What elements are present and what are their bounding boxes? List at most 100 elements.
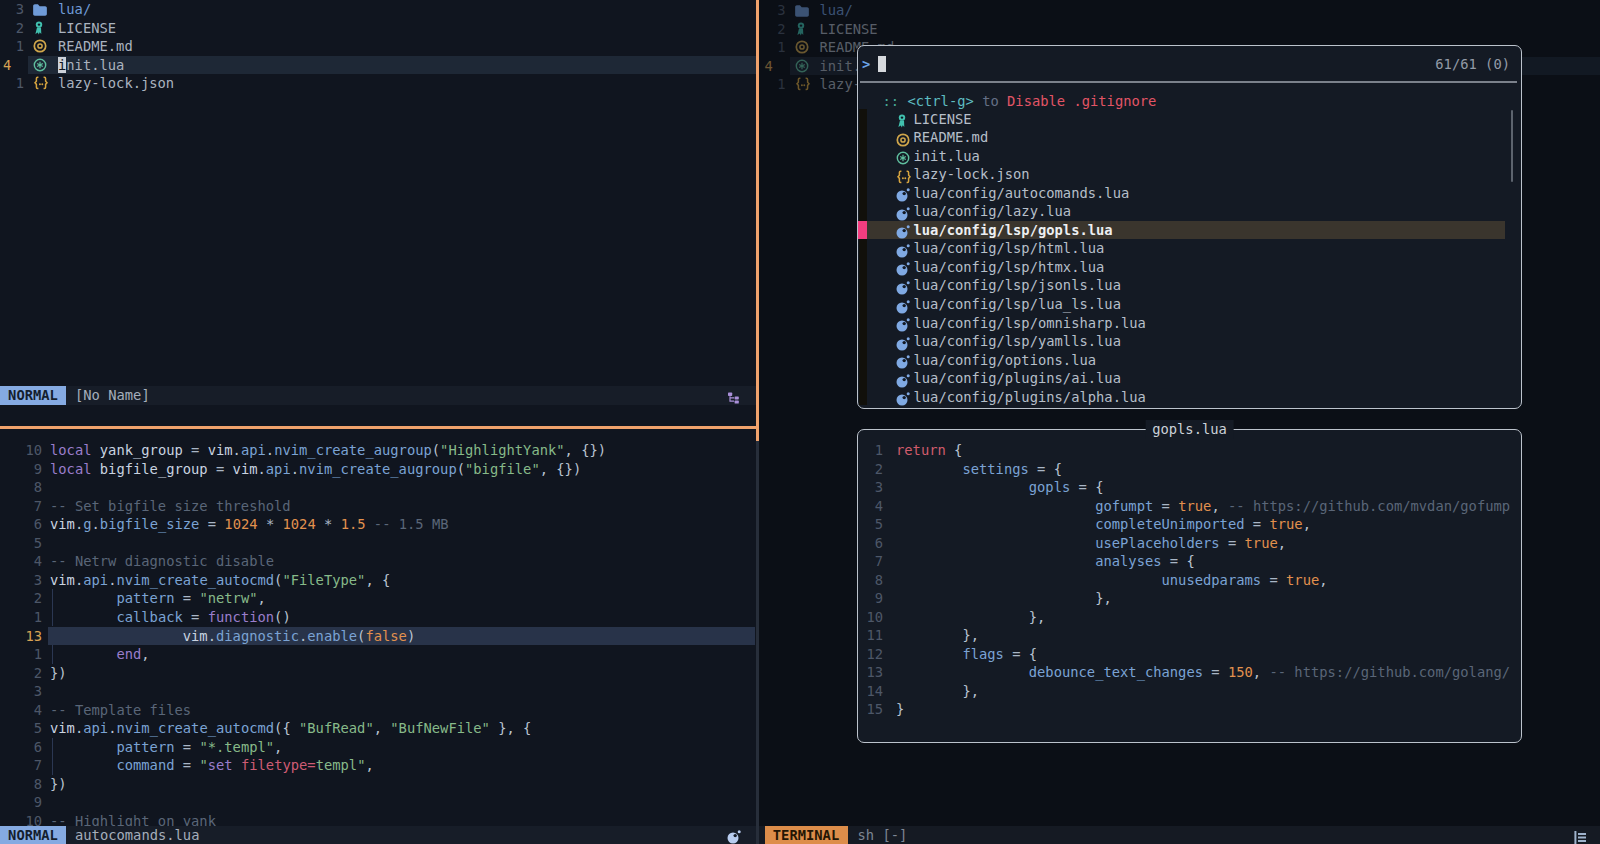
code-token: . xyxy=(233,442,241,458)
code-line[interactable]: 4-- Template files xyxy=(0,701,756,720)
file-list-item[interactable]: 3lua/ xyxy=(762,1,1600,20)
fzf-prompt[interactable]: > 61/61 (0) xyxy=(858,55,1521,74)
code-line[interactable]: 2}) xyxy=(0,664,756,683)
code-line[interactable]: 8}) xyxy=(0,775,756,794)
code-line[interactable]: 3vim.api.nvim_create_autocmd("FileType",… xyxy=(0,571,756,590)
fzf-result-item[interactable]: lua/config/plugins/alpha.lua xyxy=(858,388,1521,407)
code-token: completeUnimported xyxy=(1095,516,1244,532)
code-token xyxy=(896,461,962,477)
code-token: ) xyxy=(573,461,581,477)
code-token: , xyxy=(1211,498,1228,514)
tmux-horizontal-border[interactable] xyxy=(0,426,756,429)
fzf-result-item[interactable]: lua/config/lsp/htmx.lua xyxy=(858,258,1521,277)
line-number: 1 xyxy=(858,441,896,460)
code-token: = xyxy=(183,739,191,755)
file-list-item[interactable]: 4init.lua xyxy=(0,56,756,75)
code-line[interactable]: 2 pattern = "netrw", xyxy=(0,589,756,608)
code-line[interactable]: 6vim.g.bigfile_size = 1024 * 1024 * 1.5 … xyxy=(0,515,756,534)
code-line[interactable]: 7-- Set bigfile size threshold xyxy=(0,497,756,516)
code-token xyxy=(896,572,1162,588)
code-token: gofumpt xyxy=(1095,498,1153,514)
file-list-item[interactable]: 2LICENSE xyxy=(0,19,756,38)
fzf-result-item[interactable]: lazy-lock.json xyxy=(858,165,1521,184)
code-line[interactable]: 13 vim.diagnostic.enable(false) xyxy=(0,627,756,646)
fzf-result-item[interactable]: lua/config/lazy.lua xyxy=(858,202,1521,221)
code-line[interactable]: 1 end, xyxy=(0,645,756,664)
code-token: function xyxy=(208,609,274,625)
code-token: true xyxy=(1269,516,1302,532)
code-text: }, xyxy=(896,627,979,643)
code-token: = xyxy=(1079,479,1087,495)
code-token: . xyxy=(75,572,83,588)
selection-pointer xyxy=(858,221,867,240)
code-line[interactable]: 5vim.api.nvim_create_autocmd({ "BufRead"… xyxy=(0,719,756,738)
readme-icon xyxy=(29,37,58,56)
fzf-result-item[interactable]: lua/config/autocomands.lua xyxy=(858,184,1521,203)
preview-code-line: 15} xyxy=(858,700,1518,719)
fzf-result-item[interactable]: lua/config/options.lua xyxy=(858,351,1521,370)
line-number: 4 xyxy=(0,56,29,75)
code-token: -- Set bigfile size threshold xyxy=(50,498,291,514)
code-line[interactable]: 1 callback = function() xyxy=(0,608,756,627)
fzf-result-item[interactable]: LICENSE xyxy=(858,110,1521,129)
code-token xyxy=(316,516,324,532)
file-list-item[interactable]: 3lua/ xyxy=(0,0,756,19)
code-text: vim.api.nvim_create_autocmd({ "BufRead",… xyxy=(50,720,531,736)
code-token: "BufRead" xyxy=(299,720,374,736)
code-token: ( xyxy=(457,461,465,477)
line-number: 15 xyxy=(858,700,896,719)
line-number: 4 xyxy=(0,552,50,571)
fzf-result-item[interactable]: lua/config/lsp/jsonls.lua xyxy=(858,276,1521,295)
fzf-result-item[interactable]: lua/config/plugins/ai.lua xyxy=(858,369,1521,388)
tmux-vertical-border-active[interactable] xyxy=(756,0,759,441)
file-path: lua/config/lazy.lua xyxy=(914,202,1072,221)
code-line[interactable]: 4-- Netrw diagnostic disable xyxy=(0,552,756,571)
file-list-item[interactable]: 1README.md xyxy=(0,37,756,56)
code-line[interactable]: 7 command = "set filetype=templ", xyxy=(0,756,756,775)
fzf-result-item[interactable]: lua/config/lsp/omnisharp.lua xyxy=(858,314,1521,333)
code-token xyxy=(199,609,207,625)
fzf-header-segment: Disable .gitignore xyxy=(1007,93,1156,109)
prompt-caret-icon: > xyxy=(862,55,870,74)
file-path: README.md xyxy=(914,128,989,147)
fzf-result-item[interactable]: README.md xyxy=(858,128,1521,147)
file-list-item[interactable]: 2LICENSE xyxy=(762,20,1600,39)
code-token: }, xyxy=(962,627,979,643)
code-token: bigfile_group xyxy=(92,461,216,477)
file-path: lua/config/plugins/ai.lua xyxy=(914,369,1121,388)
fzf-result-item[interactable]: init.lua xyxy=(858,147,1521,166)
code-token: {} xyxy=(573,442,598,458)
code-text: gopls = { xyxy=(896,479,1104,495)
fzf-result-item[interactable]: lua/config/lsp/lua_ls.lua xyxy=(858,295,1521,314)
code-line[interactable]: 6 pattern = "*.templ", xyxy=(0,738,756,757)
code-token: { xyxy=(1095,479,1103,495)
code-line[interactable]: 5 xyxy=(0,534,756,553)
code-line[interactable]: 9local bigfile_group = vim.api.nvim_crea… xyxy=(0,460,756,479)
code-token: . xyxy=(75,516,83,532)
file-name: lazy-lock.json xyxy=(58,75,174,91)
file-name: LICENSE xyxy=(58,20,116,36)
code-token: . xyxy=(208,628,216,644)
tmux-vertical-border-inactive[interactable] xyxy=(756,441,759,844)
code-line[interactable]: 3 xyxy=(0,682,756,701)
code-line[interactable]: 10local yank_group = vim.api.nvim_create… xyxy=(0,441,756,460)
fzf-results-list: LICENSEREADME.mdinit.lualazy-lock.jsonlu… xyxy=(858,110,1521,407)
code-token: = xyxy=(1211,664,1219,680)
code-token: , xyxy=(274,739,282,755)
code-line[interactable]: 9 xyxy=(0,793,756,812)
code-line[interactable]: 8 xyxy=(0,478,756,497)
code-text: pattern = "netrw", xyxy=(50,590,266,606)
fzf-result-item[interactable]: lua/config/lsp/yamlls.lua xyxy=(858,332,1521,351)
fzf-scrollbar[interactable] xyxy=(1511,110,1514,182)
fzf-result-item[interactable]: lua/config/lsp/html.lua xyxy=(858,239,1521,258)
line-number: 4 xyxy=(762,57,791,76)
line-number: 9 xyxy=(858,589,896,608)
code-text: } xyxy=(896,701,904,717)
fzf-result-item[interactable]: lua/config/lsp/gopls.lua xyxy=(858,221,1521,240)
code-text: }, xyxy=(896,683,979,699)
file-list-item[interactable]: 1lazy-lock.json xyxy=(0,74,756,93)
lua-icon xyxy=(727,828,741,844)
lua-init-icon xyxy=(29,56,58,75)
code-token: debounce_text_changes xyxy=(1029,664,1203,680)
code-token: . xyxy=(75,720,83,736)
